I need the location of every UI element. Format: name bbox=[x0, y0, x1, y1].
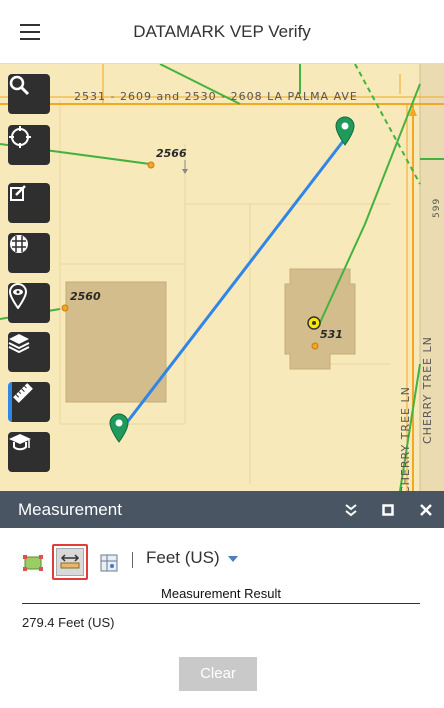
search-button[interactable] bbox=[8, 74, 50, 114]
close-button[interactable] bbox=[416, 500, 436, 520]
divider bbox=[132, 552, 133, 568]
street-label: CHERRY TREE LN bbox=[421, 336, 434, 444]
app-title: DATAMARK VEP Verify bbox=[133, 22, 311, 41]
search-icon bbox=[9, 75, 30, 96]
measurement-panel-header: Measurement bbox=[0, 491, 444, 528]
location-tool-icon bbox=[100, 554, 118, 572]
distance-tool-button[interactable] bbox=[52, 544, 88, 580]
area-tool-icon bbox=[23, 555, 43, 571]
result-header: Measurement Result bbox=[22, 586, 420, 604]
maximize-button[interactable] bbox=[378, 500, 398, 520]
locate-icon bbox=[9, 126, 31, 148]
panel-title: Measurement bbox=[18, 500, 122, 519]
edit-icon bbox=[10, 185, 26, 201]
measure-button[interactable] bbox=[8, 382, 50, 422]
about-button[interactable] bbox=[8, 432, 50, 472]
address-label: 2566 bbox=[156, 147, 187, 160]
address-label: 2560 bbox=[70, 290, 101, 303]
caret-down-icon bbox=[227, 555, 238, 562]
maximize-icon bbox=[382, 504, 394, 516]
layers-button[interactable] bbox=[8, 332, 50, 372]
street-label: CHERRY TREE LN bbox=[399, 386, 412, 491]
address-label: 531 bbox=[320, 328, 343, 341]
distance-tool-icon bbox=[60, 554, 80, 569]
visibility-button[interactable] bbox=[8, 283, 50, 323]
street-label: 599 bbox=[432, 197, 442, 218]
distance-tool-inner bbox=[56, 548, 84, 576]
basemap-icon bbox=[10, 235, 28, 253]
measure-end-marker[interactable] bbox=[334, 116, 356, 146]
street-label: 2531 - 2609 and 2530 - 2608 LA PALMA AVE bbox=[74, 90, 358, 103]
unit-dropdown[interactable]: Feet (US) bbox=[146, 548, 238, 568]
clear-button[interactable]: Clear bbox=[179, 657, 257, 691]
result-value: 279.4 Feet (US) bbox=[22, 615, 115, 630]
locate-button[interactable] bbox=[8, 125, 50, 165]
collapse-button[interactable] bbox=[341, 500, 361, 520]
layers-icon bbox=[8, 334, 30, 354]
close-icon bbox=[420, 504, 432, 516]
map-canvas bbox=[0, 64, 444, 491]
map-view[interactable]: 2531 - 2609 and 2530 - 2608 LA PALMA AVE… bbox=[0, 64, 444, 491]
layer-visibility-icon bbox=[8, 283, 28, 309]
unit-dropdown-value: Feet (US) bbox=[146, 548, 220, 567]
location-tool-button[interactable] bbox=[96, 550, 122, 576]
area-tool-button[interactable] bbox=[20, 550, 46, 576]
edit-button[interactable] bbox=[8, 183, 50, 223]
measure-start-marker[interactable] bbox=[108, 413, 130, 443]
measure-icon bbox=[13, 383, 33, 403]
app-header: DATAMARK VEP Verify bbox=[0, 0, 444, 64]
double-chevron-down-icon bbox=[345, 504, 357, 517]
measurement-panel: Feet (US) Measurement Result 279.4 Feet … bbox=[0, 528, 444, 708]
about-icon bbox=[9, 434, 31, 451]
basemap-button[interactable] bbox=[8, 233, 50, 273]
